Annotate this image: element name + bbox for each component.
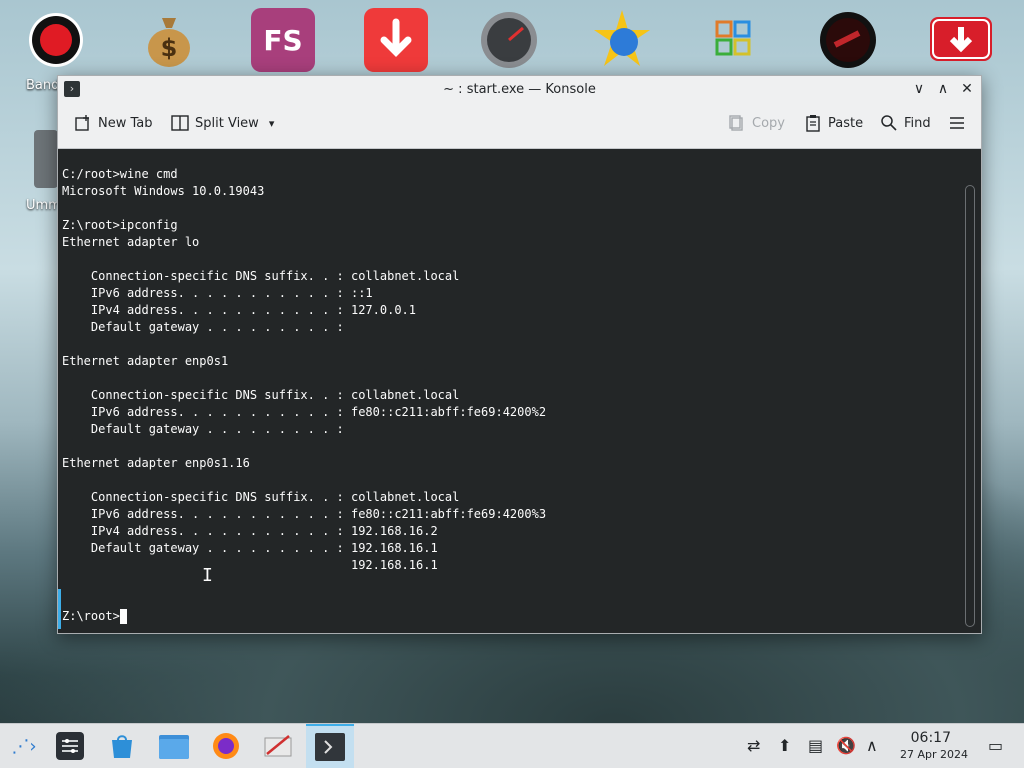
updates-icon[interactable]: ⬆ (778, 736, 791, 755)
terminal-prompt: Z:\root> (62, 609, 120, 623)
star-globe-icon[interactable] (590, 8, 654, 72)
chevron-down-icon[interactable]: ▾ (269, 117, 275, 130)
svg-text:FS: FS (263, 24, 302, 57)
store-task-icon (112, 735, 132, 758)
new-tab-icon (75, 115, 89, 131)
split-view-icon (171, 115, 189, 131)
terminal-area[interactable]: C:/root>wine cmd Microsoft Windows 10.0.… (58, 149, 981, 633)
ibeam-cursor-icon: I (202, 565, 213, 586)
terminal-output: C:/root>wine cmd Microsoft Windows 10.0.… (62, 167, 547, 572)
show-desktop-icon[interactable]: ▭ (988, 736, 1003, 755)
hamburger-menu-button[interactable] (948, 114, 966, 132)
files-task-icon (159, 735, 189, 759)
office-grid-icon[interactable] (703, 8, 767, 72)
text-cursor (119, 609, 127, 624)
copy-icon (729, 115, 743, 131)
paste-label: Paste (828, 115, 864, 131)
hamburger-menu-icon (950, 117, 964, 129)
taskbar: ⋰› ⇄ ⬆ ▤ 🔇 ∧ 06:17 27 Apr 2024 ▭ (0, 723, 1024, 768)
editor-task-icon (264, 735, 292, 757)
clipboard-icon[interactable]: ▤ (808, 736, 823, 755)
konsole-window: › ~ : start.exe — Konsole ∨ ∧ ✕ New Tab … (57, 75, 982, 634)
desktop-label-band[interactable]: Band (26, 78, 59, 93)
find-label: Find (904, 115, 931, 131)
paste-icon (806, 115, 820, 132)
editor-task-button[interactable] (254, 724, 302, 768)
clock-date[interactable]: 27 Apr 2024 (900, 748, 968, 761)
dark-disc-icon[interactable] (816, 8, 880, 72)
desktop-label-umm[interactable]: Umm (26, 198, 61, 213)
firefox-task-icon (213, 733, 239, 759)
record-app-icon[interactable] (24, 8, 88, 72)
application-launcher-button[interactable]: ⋰› (0, 724, 48, 768)
volume-muted-icon[interactable]: 🔇 (836, 736, 856, 755)
find-button[interactable]: Find (880, 114, 931, 132)
konsole-task-button[interactable] (306, 724, 354, 768)
network-icon[interactable]: ⇄ (747, 736, 760, 755)
window-title: ~ : start.exe — Konsole (443, 81, 596, 97)
close-button[interactable]: ✕ (959, 79, 975, 99)
settings-task-icon (56, 732, 84, 760)
split-view-button[interactable]: Split View ▾ (171, 114, 274, 132)
settings-task-button[interactable] (46, 724, 94, 768)
tray-expand-icon[interactable]: ∧ (866, 736, 878, 755)
files-task-button[interactable] (150, 724, 198, 768)
red-download-icon[interactable] (929, 8, 993, 72)
speedometer-icon[interactable] (477, 8, 541, 72)
split-view-label: Split View (195, 115, 259, 131)
window-controls: ∨ ∧ ✕ (911, 79, 975, 99)
download-app-icon[interactable] (364, 8, 428, 72)
firefox-task-button[interactable] (202, 724, 250, 768)
copy-label: Copy (752, 115, 785, 131)
new-tab-label: New Tab (98, 115, 153, 131)
terminal-prompt-line[interactable]: Z:\root> (62, 608, 127, 625)
search-icon (881, 115, 897, 131)
launcher-icon: ⋰› (11, 735, 37, 757)
new-tab-button[interactable]: New Tab (74, 114, 153, 132)
active-line-marker (58, 589, 61, 629)
window-titlebar[interactable]: › ~ : start.exe — Konsole ∨ ∧ ✕ (58, 76, 981, 102)
clock-time[interactable]: 06:17 (911, 730, 951, 746)
konsole-task-icon (315, 733, 345, 761)
store-task-button[interactable] (98, 724, 146, 768)
paste-button[interactable]: Paste (804, 114, 863, 132)
svg-text:$: $ (161, 34, 178, 62)
konsole-toolbar: New Tab Split View ▾ Copy Paste Find (58, 102, 981, 149)
money-bag-icon[interactable]: $ (137, 8, 201, 72)
minimize-button[interactable]: ∨ (911, 79, 927, 99)
copy-button[interactable]: Copy (728, 114, 785, 132)
maximize-button[interactable]: ∧ (935, 79, 951, 99)
fs-app-icon[interactable]: FS (251, 8, 315, 72)
desktop-file-tile[interactable] (34, 130, 58, 188)
terminal-scrollbar[interactable] (965, 185, 975, 627)
